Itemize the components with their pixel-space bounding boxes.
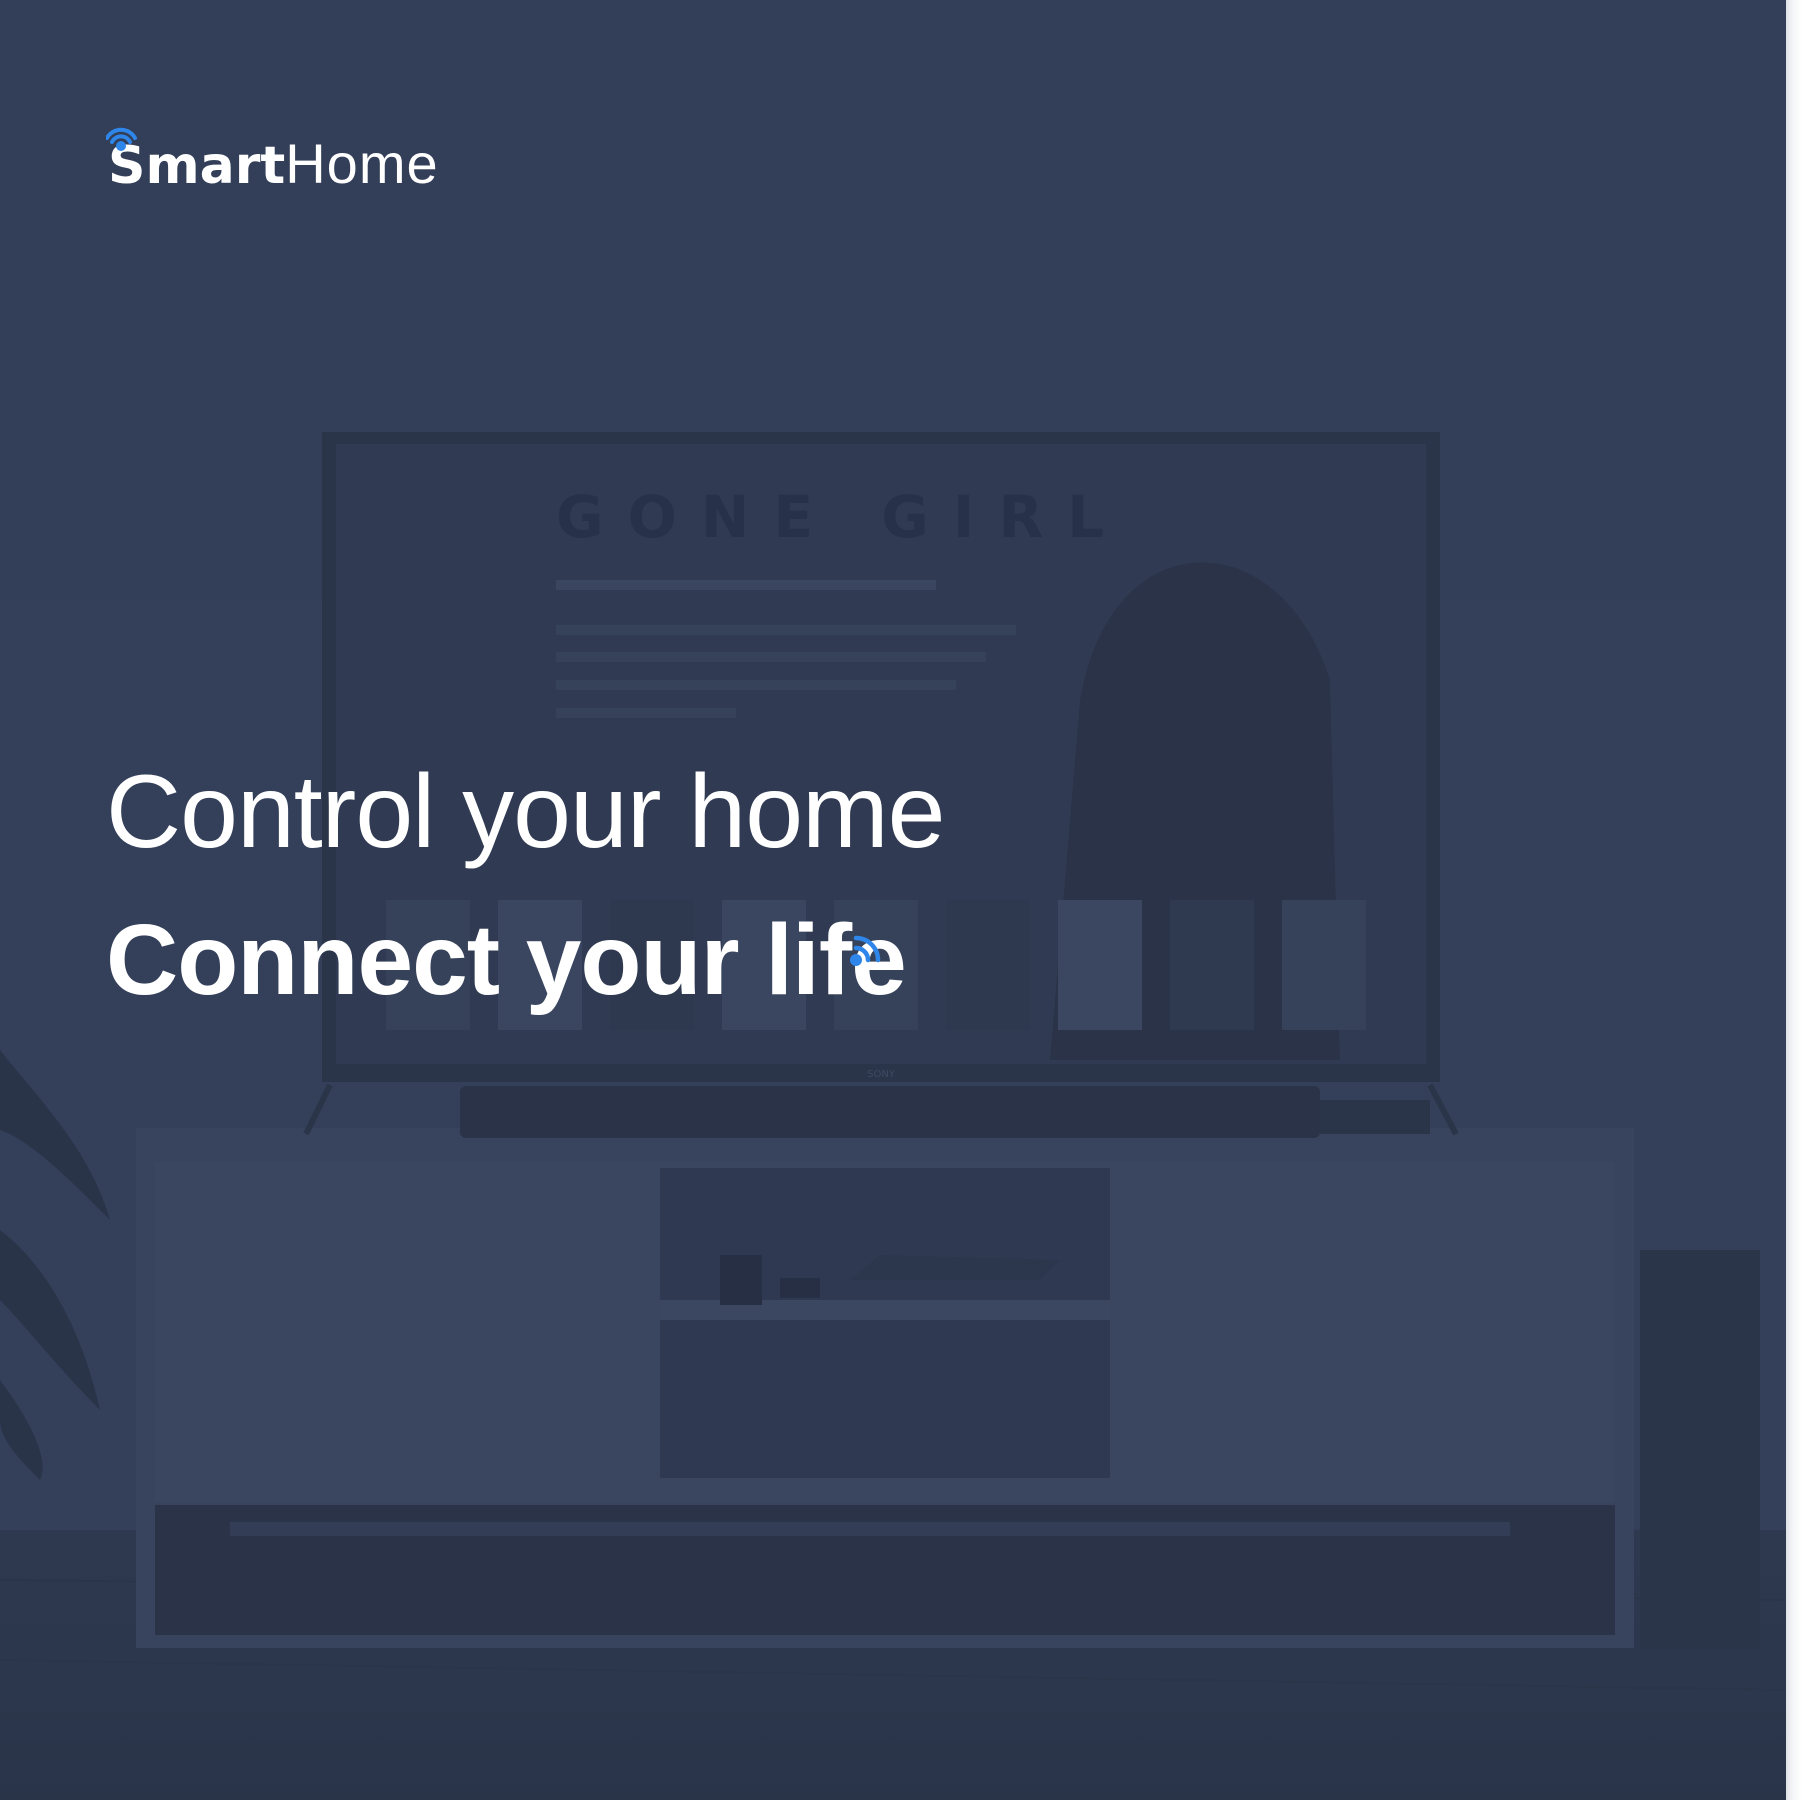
wifi-signal-icon xyxy=(850,935,881,966)
hero-banner: GONE GIRL SONY Smart Home Control your h… xyxy=(0,0,1786,1800)
background-photo: GONE GIRL SONY xyxy=(0,0,1786,1800)
logo-mark: Smart xyxy=(106,127,285,192)
brand-logo: Smart Home xyxy=(106,112,439,195)
tv-cabinet xyxy=(136,1128,1760,1650)
wifi-signal-icon xyxy=(106,127,137,151)
tv-brand-label: SONY xyxy=(867,1069,896,1080)
hero-headline: Control your home xyxy=(106,754,946,870)
hero-subheadline: Connect your life xyxy=(106,904,907,1016)
logo-text-light: Home xyxy=(285,132,439,195)
tv-screen-title: GONE GIRL xyxy=(556,483,1128,551)
page-margin xyxy=(1786,0,1812,1800)
page: GONE GIRL SONY Smart Home Control your h… xyxy=(0,0,1812,1800)
